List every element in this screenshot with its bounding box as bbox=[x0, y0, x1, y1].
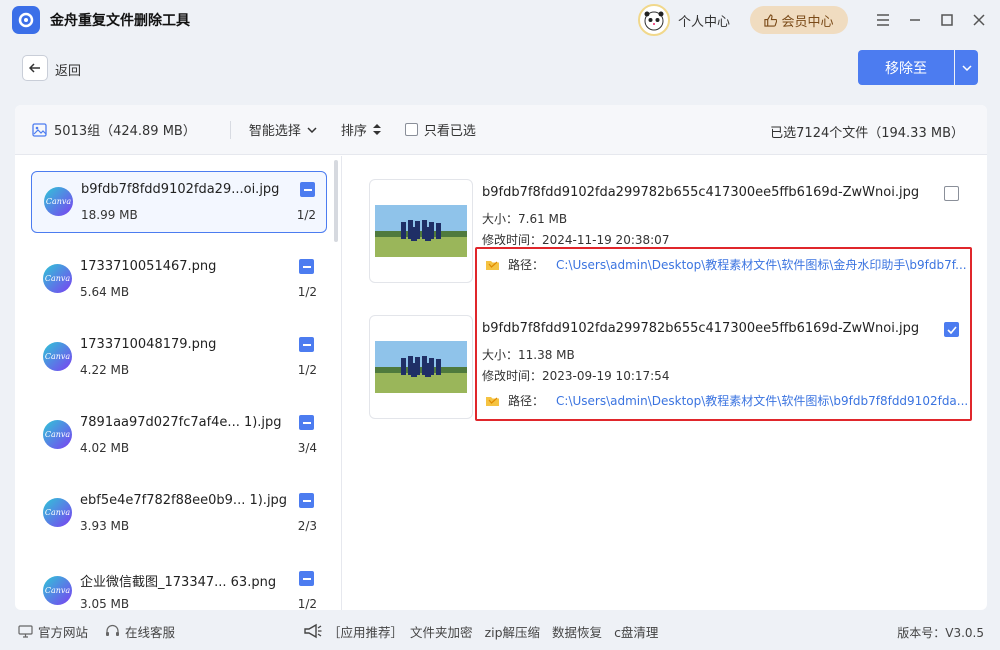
group-item-size: 4.02 MB bbox=[80, 441, 130, 455]
maximize-icon[interactable] bbox=[936, 9, 958, 31]
app-title: 金舟重复文件删除工具 bbox=[50, 13, 190, 29]
megaphone-icon bbox=[304, 623, 322, 639]
c-clean-link[interactable]: c盘清理 bbox=[614, 622, 658, 641]
group-item-size: 3.93 MB bbox=[80, 519, 130, 533]
canva-icon: Canva bbox=[44, 187, 73, 216]
group-item-count: 2/3 bbox=[297, 519, 317, 533]
group-item-checkbox[interactable] bbox=[299, 571, 314, 586]
scrollbar[interactable] bbox=[334, 160, 338, 242]
monitor-icon bbox=[18, 624, 33, 638]
menu-icon[interactable] bbox=[872, 9, 894, 31]
photo-thumbnail-image bbox=[375, 205, 467, 257]
minimize-icon[interactable] bbox=[904, 9, 926, 31]
official-site-link[interactable]: 官方网站 bbox=[18, 622, 88, 641]
official-site-label: 官方网站 bbox=[38, 624, 89, 640]
smart-select-dropdown[interactable]: 智能选择 bbox=[249, 120, 317, 139]
photo-thumbnail-image bbox=[375, 341, 467, 393]
group-item-checkbox[interactable] bbox=[299, 493, 314, 508]
file-thumbnail[interactable] bbox=[369, 315, 473, 419]
back-button[interactable] bbox=[22, 55, 48, 81]
file-size: 大小：7.61 MB bbox=[482, 212, 568, 226]
group-item-size: 5.64 MB bbox=[80, 285, 130, 299]
vip-center-label: 会员中心 bbox=[781, 14, 834, 30]
footer: 官方网站 在线客服 ［应用推荐］ 文件夹加密 zip解压缩 数据恢复 c盘清理 … bbox=[0, 612, 1000, 650]
avatar[interactable] bbox=[637, 4, 670, 36]
group-item-size: 18.99 MB bbox=[81, 208, 138, 222]
recommend-section: ［应用推荐］ bbox=[303, 622, 403, 641]
group-list: Canva b9fdb7f8fdd9102fda29...oi.jpg 18.9… bbox=[15, 156, 342, 610]
group-item-name: 1733710048179.png bbox=[80, 337, 217, 352]
group-item-count: 1/2 bbox=[297, 597, 317, 610]
group-item-checkbox[interactable] bbox=[299, 259, 314, 274]
group-item[interactable]: Canva b9fdb7f8fdd9102fda29...oi.jpg 18.9… bbox=[31, 171, 327, 233]
canva-icon: Canva bbox=[43, 420, 72, 449]
only-selected-checkbox[interactable] bbox=[404, 123, 418, 136]
move-to-button[interactable]: 移除至 bbox=[858, 50, 954, 85]
file-name: b9fdb7f8fdd9102fda299782b655c417300ee5ff… bbox=[482, 185, 920, 200]
group-item-name: 7891aa97d027fc7af4e... 1).jpg bbox=[80, 415, 282, 430]
file-thumbnail[interactable] bbox=[369, 179, 473, 283]
back-label[interactable]: 返回 bbox=[55, 60, 81, 79]
group-item-size: 3.05 MB bbox=[80, 597, 130, 610]
group-item-name: ebf5e4e7f782f88ee0b9... 1).jpg bbox=[80, 493, 288, 508]
app-logo-icon bbox=[12, 6, 40, 34]
only-selected-toggle[interactable]: 只看已选 bbox=[404, 120, 476, 139]
highlight-annotation-box bbox=[475, 247, 972, 421]
thumbs-up-icon bbox=[764, 13, 778, 27]
group-item-name: 企业微信截图_173347... 63.png bbox=[80, 575, 277, 590]
group-item[interactable]: Canva 1733710051467.png 5.64 MB 1/2 bbox=[31, 249, 327, 311]
smart-select-label: 智能选择 bbox=[248, 124, 301, 139]
group-item-size: 4.22 MB bbox=[80, 363, 130, 377]
version-label: 版本号：V3.0.5 bbox=[897, 626, 984, 640]
sort-label: 排序 bbox=[340, 124, 367, 139]
folder-encrypt-link[interactable]: 文件夹加密 bbox=[410, 622, 473, 641]
chevron-down-icon bbox=[961, 64, 972, 71]
group-item[interactable]: Canva 7891aa97d027fc7af4e... 1).jpg 4.02… bbox=[31, 405, 327, 467]
toolbar: 5013组（424.89 MB） 智能选择 排序 只看已选 已选7124个文件（… bbox=[15, 105, 987, 155]
online-service-link[interactable]: 在线客服 bbox=[105, 622, 175, 641]
only-selected-label: 只看已选 bbox=[423, 124, 476, 139]
group-item-checkbox[interactable] bbox=[299, 415, 314, 430]
canva-icon: Canva bbox=[43, 264, 72, 293]
group-item-count: 1/2 bbox=[297, 285, 317, 299]
sort-icon bbox=[372, 124, 381, 135]
vip-center-button[interactable]: 会员中心 bbox=[750, 6, 848, 34]
canva-icon: Canva bbox=[43, 498, 72, 527]
zip-link[interactable]: zip解压缩 bbox=[485, 622, 540, 641]
group-item-name: 1733710051467.png bbox=[80, 259, 217, 274]
data-recovery-link[interactable]: 数据恢复 bbox=[552, 622, 602, 641]
group-item[interactable]: Canva 企业微信截图_173347... 63.png 3.05 MB 1/… bbox=[31, 561, 327, 610]
canva-icon: Canva bbox=[43, 576, 72, 605]
group-summary: 5013组（424.89 MB） bbox=[32, 120, 196, 139]
headset-icon bbox=[106, 624, 120, 636]
group-item-count: 1/2 bbox=[296, 208, 316, 222]
toolbar-divider bbox=[229, 120, 231, 139]
image-icon bbox=[32, 122, 47, 137]
group-item[interactable]: Canva ebf5e4e7f782f88ee0b9... 1).jpg 3.9… bbox=[31, 483, 327, 545]
group-item[interactable]: Canva 1733710048179.png 4.22 MB 1/2 bbox=[31, 327, 327, 389]
arrow-left-icon bbox=[29, 63, 40, 73]
group-item-name: b9fdb7f8fdd9102fda29...oi.jpg bbox=[81, 182, 280, 197]
recommend-label: ［应用推荐］ bbox=[328, 624, 404, 640]
canva-icon: Canva bbox=[43, 342, 72, 371]
sort-button[interactable]: 排序 bbox=[341, 120, 381, 139]
title-bar: 金舟重复文件删除工具 个人中心 会员中心 bbox=[0, 0, 1000, 40]
file-modified-time: 修改时间：2024-11-19 20:38:07 bbox=[482, 233, 670, 247]
close-icon[interactable] bbox=[968, 9, 990, 31]
chevron-down-icon bbox=[307, 126, 317, 133]
selection-summary: 已选7124个文件（194.33 MB） bbox=[770, 126, 964, 141]
move-to-dropdown[interactable] bbox=[955, 50, 978, 85]
group-summary-text: 5013组（424.89 MB） bbox=[54, 124, 196, 139]
group-item-count: 3/4 bbox=[297, 441, 317, 455]
personal-center-link[interactable]: 个人中心 bbox=[678, 11, 730, 30]
group-item-checkbox[interactable] bbox=[299, 337, 314, 352]
file-checkbox[interactable] bbox=[944, 186, 959, 201]
group-item-checkbox[interactable] bbox=[300, 182, 315, 197]
online-service-label: 在线客服 bbox=[125, 624, 176, 640]
group-item-count: 1/2 bbox=[297, 363, 317, 377]
